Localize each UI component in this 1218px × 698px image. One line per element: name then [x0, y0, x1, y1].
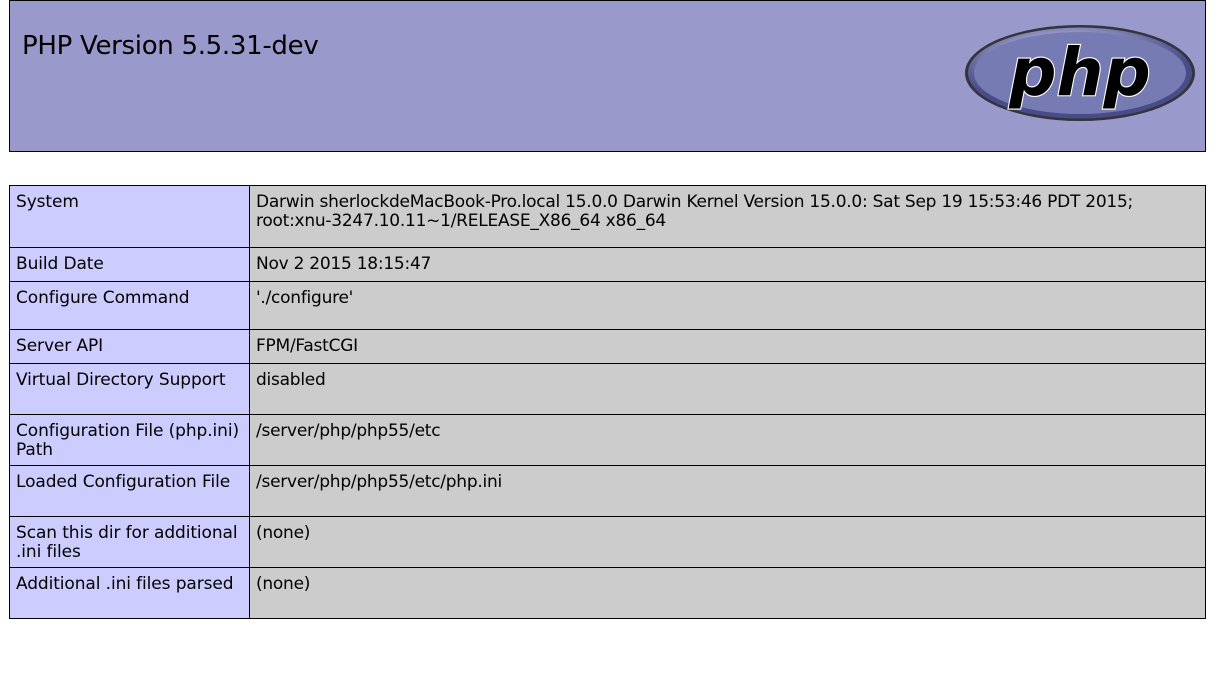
row-label: Build Date [9, 247, 250, 282]
row-value: FPM/FastCGI [249, 329, 1206, 364]
row-value: './configure' [249, 281, 1206, 330]
table-row: Loaded Configuration File /server/php/ph… [9, 465, 1206, 517]
row-value: Darwin sherlockdeMacBook-Pro.local 15.0.… [249, 185, 1206, 248]
row-label: Scan this dir for additional .ini files [9, 516, 250, 568]
table-row: Build Date Nov 2 2015 18:15:47 [9, 247, 1206, 282]
row-label: Additional .ini files parsed [9, 567, 250, 619]
row-value: (none) [249, 567, 1206, 619]
row-label: System [9, 185, 250, 248]
row-label: Virtual Directory Support [9, 363, 250, 415]
row-value: Nov 2 2015 18:15:47 [249, 247, 1206, 282]
row-value: (none) [249, 516, 1206, 568]
php-version-header: PHP Version 5.5.31-dev php [9, 0, 1206, 152]
table-row: Server API FPM/FastCGI [9, 329, 1206, 364]
table-row: Additional .ini files parsed (none) [9, 567, 1206, 619]
table-row: Virtual Directory Support disabled [9, 363, 1206, 415]
table-row: Scan this dir for additional .ini files … [9, 516, 1206, 568]
row-label: Configuration File (php.ini) Path [9, 414, 250, 466]
page-title: PHP Version 5.5.31-dev [22, 31, 319, 61]
row-value: /server/php/php55/etc [249, 414, 1206, 466]
info-table: System Darwin sherlockdeMacBook-Pro.loca… [9, 185, 1206, 619]
row-value: /server/php/php55/etc/php.ini [249, 465, 1206, 517]
row-label: Configure Command [9, 281, 250, 330]
table-row: Configuration File (php.ini) Path /serve… [9, 414, 1206, 466]
table-row: System Darwin sherlockdeMacBook-Pro.loca… [9, 185, 1206, 248]
php-logo[interactable]: php [963, 23, 1197, 123]
php-logo-text: php [1008, 34, 1150, 111]
table-row: Configure Command './configure' [9, 281, 1206, 330]
row-value: disabled [249, 363, 1206, 415]
row-label: Server API [9, 329, 250, 364]
row-label: Loaded Configuration File [9, 465, 250, 517]
